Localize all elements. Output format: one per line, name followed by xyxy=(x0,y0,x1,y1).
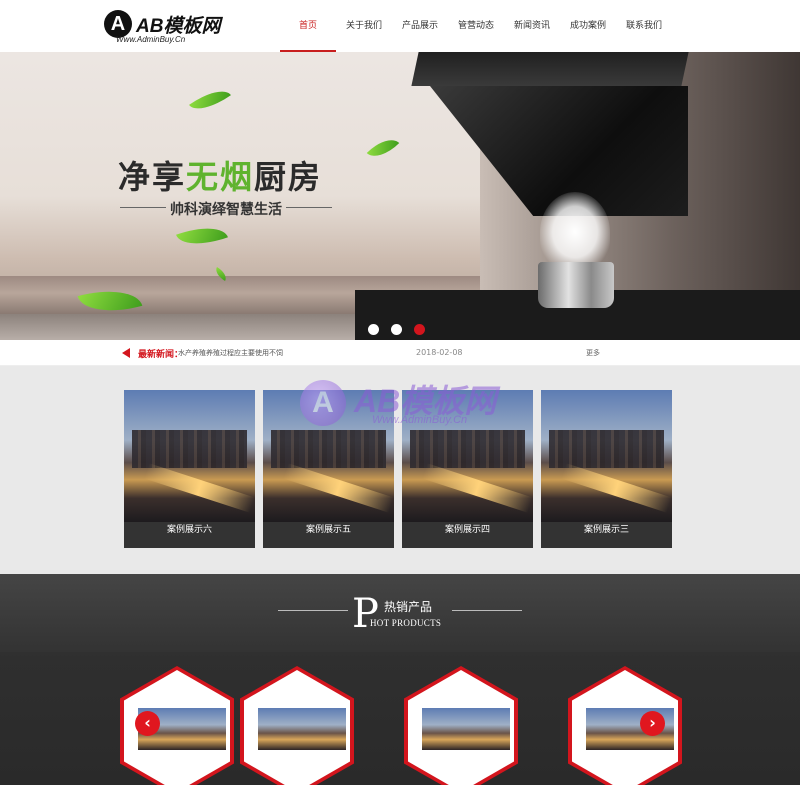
cooking-pot xyxy=(538,262,614,308)
leaf-icon xyxy=(176,218,228,254)
case-label: 案例展示三 xyxy=(583,525,629,535)
news-ticker: 最新新闻： 水产养殖养殖过程应主要使用不饲 2018-02-08 更多 xyxy=(0,340,800,366)
case-label: 案例展示四 xyxy=(444,525,490,535)
product-frame xyxy=(244,670,350,785)
headline-part1: 净享 xyxy=(118,158,187,196)
page: A AB模板网 Www.AdminBuy.Cn 首页 关于我们 产品展示 管营动… xyxy=(0,0,800,785)
nav-item-cases[interactable]: 成功案例 xyxy=(560,0,616,52)
hot-title: 热销产品 xyxy=(384,600,433,614)
case-showcase: 案例展示六 案例展示五 案例展示四 案例展示三 A AB模板网 Www.Admi… xyxy=(0,366,800,574)
range-hood-top xyxy=(411,52,689,86)
product-card[interactable] xyxy=(404,666,518,785)
watermark: A AB模板网 Www.AdminBuy.Cn xyxy=(300,374,520,434)
slider-dot-2[interactable] xyxy=(391,324,402,335)
logo-mark: A xyxy=(104,10,132,38)
watermark-subtitle: Www.AdminBuy.Cn xyxy=(372,414,468,426)
nav-item-business[interactable]: 管营动态 xyxy=(448,0,504,52)
case-label: 案例展示六 xyxy=(166,525,212,535)
hot-products-section: P 热销产品 HOT PRODUCTS xyxy=(0,574,800,785)
nav-item-products[interactable]: 产品展示 xyxy=(392,0,448,52)
hero-banner[interactable]: 净享无烟厨房 帅科演绎智慧生活 xyxy=(0,52,800,340)
slider-dots xyxy=(368,324,425,335)
product-image xyxy=(422,708,510,750)
product-card[interactable] xyxy=(568,666,682,785)
slider-dot-1[interactable] xyxy=(368,324,379,335)
prev-arrow-button[interactable]: ‹ xyxy=(135,711,160,736)
slider-dot-3[interactable] xyxy=(414,324,425,335)
nav-item-news[interactable]: 新闻资讯 xyxy=(504,0,560,52)
case-label: 案例展示五 xyxy=(305,525,351,535)
product-image xyxy=(258,708,346,750)
next-arrow-button[interactable]: › xyxy=(640,711,665,736)
divider-left xyxy=(278,610,348,611)
headline-accent: 无烟 xyxy=(186,158,255,196)
hot-subtitle: HOT PRODUCTS xyxy=(370,618,442,628)
logo-title: AB模板网 xyxy=(136,16,221,37)
main-nav: 首页 关于我们 产品展示 管营动态 新闻资讯 成功案例 联系我们 xyxy=(280,0,672,52)
site-header: A AB模板网 Www.AdminBuy.Cn 首页 关于我们 产品展示 管营动… xyxy=(0,0,800,52)
steam xyxy=(540,192,610,272)
news-date: 2018-02-08 xyxy=(416,348,463,357)
product-card[interactable] xyxy=(240,666,354,785)
case-image xyxy=(541,390,672,522)
nav-item-home[interactable]: 首页 xyxy=(280,0,336,52)
logo[interactable]: A AB模板网 Www.AdminBuy.Cn xyxy=(104,10,244,44)
banner-headline: 净享无烟厨房 xyxy=(118,152,322,198)
news-label: 最新新闻： xyxy=(138,350,184,360)
logo-subtitle: Www.AdminBuy.Cn xyxy=(116,35,186,44)
leaf-icon xyxy=(189,81,231,119)
hot-letter: P xyxy=(352,591,379,637)
banner-subline: 帅科演绎智慧生活 xyxy=(120,199,332,219)
watermark-mark: A xyxy=(300,380,346,426)
news-more-link[interactable]: 更多 xyxy=(586,348,600,358)
case-card[interactable]: 案例展示六 xyxy=(124,390,255,548)
speaker-icon xyxy=(122,348,130,358)
nav-item-contact[interactable]: 联系我们 xyxy=(616,0,672,52)
leaf-icon xyxy=(366,131,400,165)
nav-item-about[interactable]: 关于我们 xyxy=(336,0,392,52)
case-image xyxy=(124,390,255,522)
case-card[interactable]: 案例展示三 xyxy=(541,390,672,548)
news-headline-link[interactable]: 水产养殖养殖过程应主要使用不饲 xyxy=(178,348,283,358)
divider-right xyxy=(452,610,522,611)
headline-part2: 厨房 xyxy=(254,158,323,196)
product-frame xyxy=(408,670,514,785)
